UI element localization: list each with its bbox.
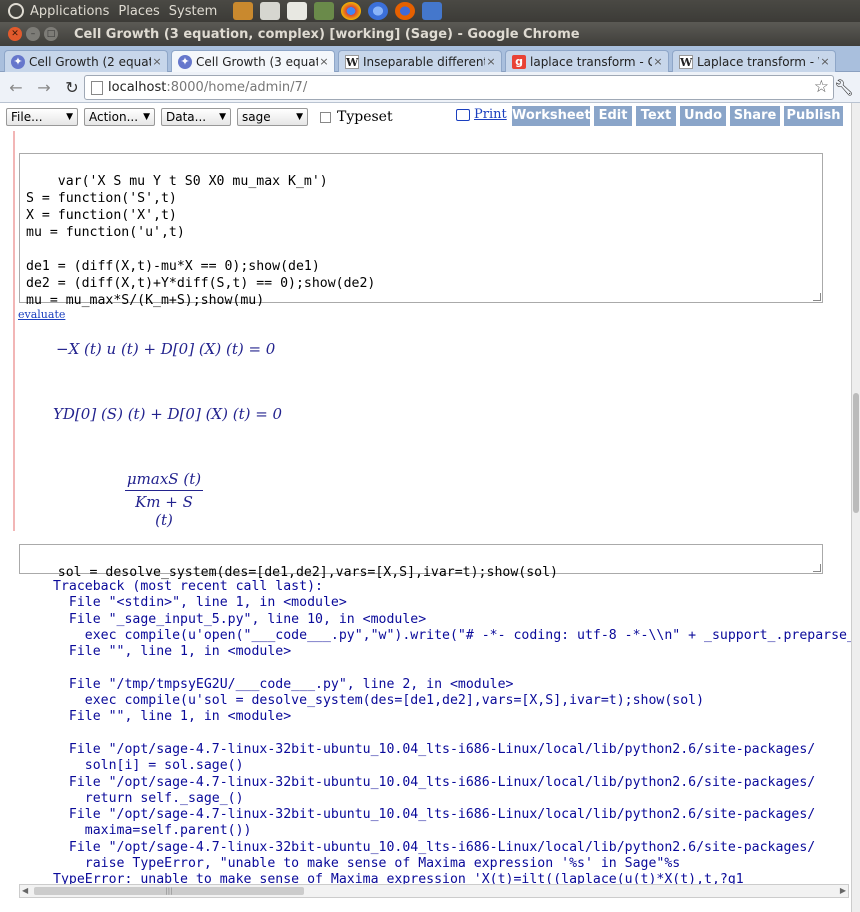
tab-title: Cell Growth (2 equati… xyxy=(29,54,151,69)
system-select[interactable]: sage ▼ xyxy=(237,108,308,126)
file-select[interactable]: File... ▼ xyxy=(6,108,78,126)
window-titlebar: ✕ – □ Cell Growth (3 equation, complex) … xyxy=(0,22,860,46)
browser-tab-strip: ✦ Cell Growth (2 equati… × ✦ Cell Growth… xyxy=(0,46,860,72)
chrome-icon[interactable] xyxy=(341,2,362,20)
dropdown-caret-icon: ▼ xyxy=(143,112,150,122)
browser-tab[interactable]: g laplace transform - G… × xyxy=(505,50,669,72)
vertical-scrollbar[interactable] xyxy=(851,103,860,912)
sage-notebook-page: File... ▼ Action... ▼ Data... ▼ sage ▼ Types… xyxy=(0,103,851,912)
close-tab-icon[interactable]: × xyxy=(151,55,163,68)
fraction-numerator: μmaxS (t) xyxy=(125,470,203,491)
forward-arrow-icon[interactable]: → xyxy=(32,78,56,97)
edit-button[interactable]: Edit xyxy=(594,106,632,126)
text-button[interactable]: Text xyxy=(636,106,676,126)
horizontal-scrollbar[interactable]: ◀ ||| ▶ xyxy=(19,884,849,898)
dropdown-caret-icon: ▼ xyxy=(219,112,226,122)
action-select[interactable]: Action... ▼ xyxy=(84,108,155,126)
horizontal-scroll-thumb[interactable]: ||| xyxy=(34,887,304,895)
evaluate-link[interactable]: evaluate xyxy=(18,308,65,321)
system-top-panel: Applications Places System xyxy=(0,0,860,22)
browser-tab[interactable]: W Inseparable differenti… × xyxy=(338,50,502,72)
menu-applications[interactable]: Applications xyxy=(30,4,109,19)
scroll-left-icon[interactable]: ◀ xyxy=(22,886,28,895)
output-equation: YD[0] (S) (t) + D[0] (X) (t) = 0 xyxy=(53,405,283,423)
code-text[interactable]: sol = desolve_system(des=[de1,de2],vars=… xyxy=(58,565,558,580)
close-tab-icon[interactable]: × xyxy=(485,55,497,68)
chromium-icon[interactable] xyxy=(368,2,389,20)
wikipedia-icon: W xyxy=(679,54,693,69)
minimize-window-button[interactable]: – xyxy=(26,27,40,41)
browser-tab[interactable]: ✦ Cell Growth (2 equati… × xyxy=(4,50,168,72)
ubuntu-logo-icon[interactable] xyxy=(8,3,24,19)
typeset-checkbox[interactable] xyxy=(320,111,331,123)
google-icon: g xyxy=(512,54,526,69)
dropdown-caret-icon: ▼ xyxy=(296,112,303,122)
typeset-label: Typeset xyxy=(337,109,393,125)
publish-button[interactable]: Publish xyxy=(784,106,843,126)
wikipedia-icon: W xyxy=(345,54,359,69)
menu-places[interactable]: Places xyxy=(118,4,159,19)
maximize-window-button[interactable]: □ xyxy=(44,27,58,41)
output-equation: −X (t) u (t) + D[0] (X) (t) = 0 xyxy=(56,340,276,358)
firefox-icon[interactable] xyxy=(395,2,416,20)
cell-evaluated-marker xyxy=(13,131,15,531)
address-bar[interactable]: localhost:8000/home/admin/7/ ☆ xyxy=(84,75,834,100)
calculator-icon[interactable] xyxy=(260,2,281,20)
thunderbird-icon[interactable] xyxy=(422,2,443,20)
resize-handle-icon[interactable] xyxy=(813,293,821,301)
tab-title: laplace transform - G… xyxy=(530,54,652,69)
browser-tab-active[interactable]: ✦ Cell Growth (3 equati… × xyxy=(171,50,335,72)
share-button[interactable]: Share xyxy=(730,106,780,126)
reload-icon[interactable]: ↻ xyxy=(60,78,84,97)
tab-title: Laplace transform - W… xyxy=(697,54,819,69)
close-tab-icon[interactable]: × xyxy=(819,55,831,68)
bookmark-star-icon[interactable]: ☆ xyxy=(814,77,829,97)
wrench-menu-icon[interactable]: 🔧︎ xyxy=(834,78,854,97)
fraction-denominator: Km + S (t) xyxy=(135,493,193,529)
window-title: Cell Growth (3 equation, complex) [worki… xyxy=(74,26,580,42)
tab-title: Inseparable differenti… xyxy=(363,54,485,69)
close-tab-icon[interactable]: × xyxy=(318,55,330,68)
sage-icon: ✦ xyxy=(11,54,25,69)
close-tab-icon[interactable]: × xyxy=(652,55,664,68)
worksheet-button[interactable]: Worksheet xyxy=(512,106,591,126)
system-monitor-icon[interactable] xyxy=(314,2,335,20)
resize-handle-icon[interactable] xyxy=(813,564,821,572)
back-arrow-icon[interactable]: ← xyxy=(4,78,28,97)
code-text[interactable]: var('X S mu Y t S0 X0 mu_max K_m') S = f… xyxy=(26,174,375,308)
error-traceback-output: Traceback (most recent call last): File … xyxy=(53,579,851,888)
text-editor-icon[interactable] xyxy=(287,2,308,20)
vertical-scroll-thumb[interactable] xyxy=(853,393,859,513)
code-cell-input[interactable]: var('X S mu Y t S0 X0 mu_max K_m') S = f… xyxy=(19,153,823,308)
url-text[interactable]: localhost:8000/home/admin/7/ xyxy=(108,80,307,95)
tab-title: Cell Growth (3 equati… xyxy=(196,54,318,69)
scroll-right-icon[interactable]: ▶ xyxy=(840,886,846,895)
sage-icon: ✦ xyxy=(178,54,192,69)
data-select[interactable]: Data... ▼ xyxy=(161,108,231,126)
output-fraction: μmaxS (t) Km + S (t) xyxy=(125,470,203,529)
browser-tab[interactable]: W Laplace transform - W… × xyxy=(672,50,836,72)
dropdown-caret-icon: ▼ xyxy=(66,112,73,122)
undo-button[interactable]: Undo xyxy=(680,106,726,126)
software-center-icon[interactable] xyxy=(233,2,254,20)
code-cell-input[interactable]: sol = desolve_system(des=[de1,de2],vars=… xyxy=(19,544,823,580)
close-window-button[interactable]: ✕ xyxy=(8,27,22,41)
page-icon xyxy=(91,80,103,95)
browser-toolbar: ← → ↻ localhost:8000/home/admin/7/ ☆ 🔧︎ xyxy=(0,72,860,103)
print-link[interactable]: Print xyxy=(456,107,507,122)
menu-system[interactable]: System xyxy=(169,4,217,19)
printer-icon xyxy=(456,108,470,121)
